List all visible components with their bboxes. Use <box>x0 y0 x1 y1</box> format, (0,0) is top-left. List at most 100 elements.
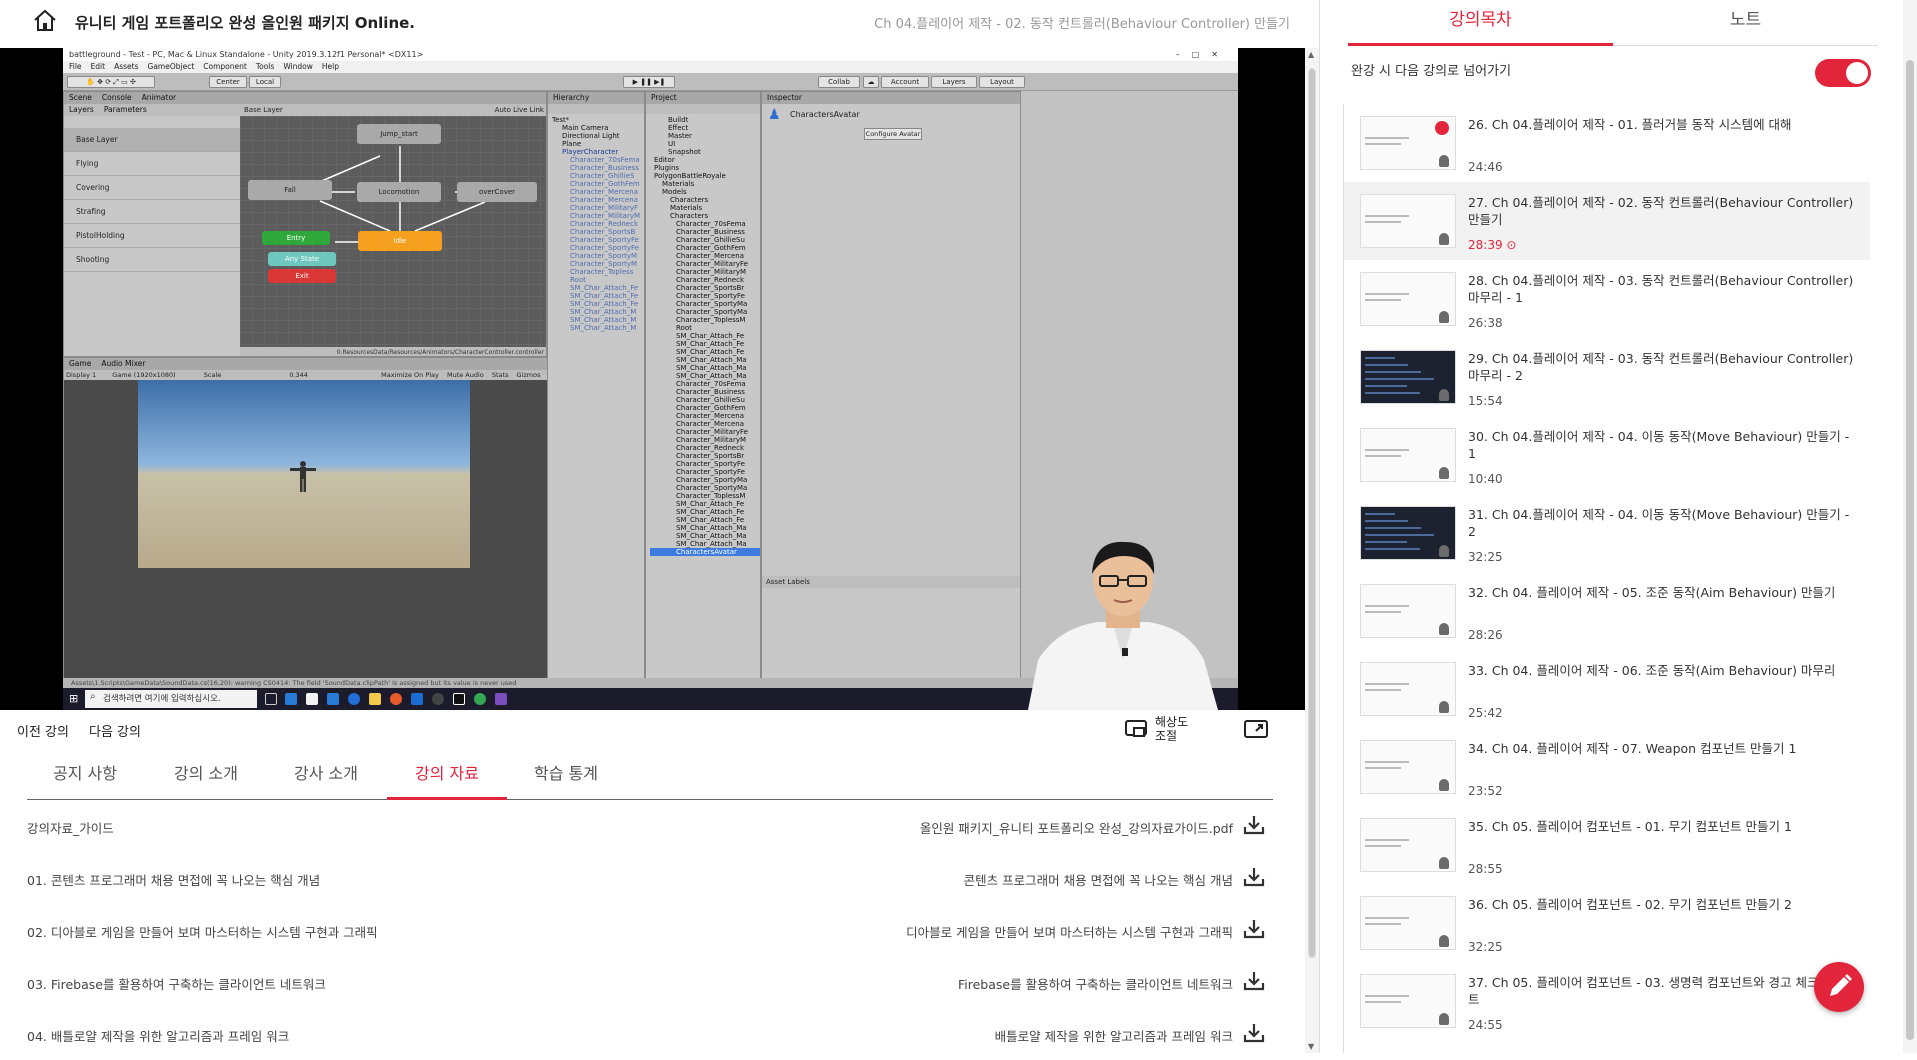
lecture-duration: 32:25 <box>1468 940 1503 954</box>
unity-panel-tab: Animator <box>141 93 177 102</box>
download-icon[interactable] <box>1243 814 1265 836</box>
taskbar-search: 검색하려면 여기에 입력하십시오. <box>85 690 257 708</box>
autoplay-toggle[interactable] <box>1815 59 1871 87</box>
main-scrollbar[interactable]: ▲ ▼ <box>1305 48 1319 1053</box>
any-state-node: Any State <box>268 252 336 266</box>
tab-course-intro[interactable]: 강의 소개 <box>166 752 246 800</box>
lecture-item[interactable]: 32. Ch 04. 플레이어 제작 - 05. 조준 동작(Aim Behav… <box>1344 572 1870 650</box>
download-icon[interactable] <box>1243 866 1265 888</box>
material-row: 강의자료_가이드 올인원 패키지_유니티 포트폴리오 완성_강의자료가이드.pdf <box>27 800 1273 852</box>
project-item: Character_MilitaryM <box>676 436 747 444</box>
unity-panel-tab: Game <box>69 359 92 368</box>
lecture-item[interactable]: 34. Ch 04. 플레이어 제작 - 07. Weapon 컴포넌트 만들기… <box>1344 728 1870 806</box>
current-lecture-title: Ch 04.플레이어 제작 - 02. 동작 컨트롤러(Behaviour Co… <box>874 17 1290 32</box>
download-icon[interactable] <box>1243 918 1265 940</box>
scroll-up-icon[interactable]: ▲ <box>1308 50 1314 59</box>
tab-curriculum[interactable]: 강의목차 <box>1348 0 1613 46</box>
project-item: SM_Char_Attach_Ma <box>676 532 747 540</box>
lecture-item[interactable]: 31. Ch 04.플레이어 제작 - 04. 이동 동작(Move Behav… <box>1344 494 1870 572</box>
display-select: Display 1 <box>66 371 97 379</box>
animator-layer-row: Covering <box>64 176 240 200</box>
material-file-link[interactable]: 디아블로 게임을 만들어 보며 마스터하는 시스템 구현과 그래픽 <box>906 922 1233 941</box>
project-panel: Project Buildt Effect Master UI Snapshot Edit… <box>645 91 761 679</box>
material-file-link[interactable]: 콘텐츠 프로그래머 채용 면접에 꼭 나오는 핵심 개념 <box>964 870 1233 889</box>
lecture-item[interactable]: 26. Ch 04.플레이어 제작 - 01. 플러거블 동작 시스템에 대해 2… <box>1344 104 1870 182</box>
hierarchy-item: Character_Mercena <box>570 196 639 204</box>
project-item: Character_SportyMa <box>676 476 748 484</box>
pivot-local-button: Local <box>249 76 281 88</box>
unity-panel-tab: Parameters <box>103 105 147 114</box>
tab-instructor-intro[interactable]: 강사 소개 <box>286 752 366 800</box>
base-layer-crumb: Base Layer <box>244 106 283 114</box>
maximize-on-play: Maximize On Play <box>381 371 439 379</box>
sidebar-scroll-thumb[interactable] <box>1906 60 1914 1040</box>
unity-toolbar: ✋ ✥ ⟳ ⤢ ▭ ✣ Center Local ▶ ❚❚ ▶❚ Collab … <box>63 73 1238 91</box>
curriculum-sidebar: 강의목차 노트 완강 시 다음 강의로 넘어가기 26. Ch 04.플레이어 … <box>1319 0 1917 1053</box>
instructor-icon <box>1439 233 1449 245</box>
write-note-button[interactable] <box>1814 962 1864 1012</box>
tab-notice[interactable]: 공지 사항 <box>45 752 125 800</box>
download-icon[interactable] <box>1243 1022 1265 1044</box>
video-player[interactable]: battleground - Test - PC, Mac & Linux St… <box>0 48 1305 710</box>
instructor-icon <box>1439 623 1449 635</box>
instructor-icon <box>1439 467 1449 479</box>
hierarchy-item: Character_SportyFe <box>570 244 639 252</box>
project-item: Character_SportyMa <box>676 308 748 316</box>
lecture-duration: 28:39 ⊙ <box>1468 238 1516 252</box>
resolution-button[interactable]: 해상도 조절 <box>1125 712 1197 746</box>
tab-notes[interactable]: 노트 <box>1613 0 1878 46</box>
main-scroll-thumb[interactable] <box>1308 68 1316 958</box>
hierarchy-item: Character_Business <box>570 164 639 172</box>
tab-learning-stats[interactable]: 학습 통계 <box>526 752 606 800</box>
thumb-line <box>1365 385 1407 387</box>
material-file-link[interactable]: 올인원 패키지_유니티 포트폴리오 완성_강의자료가이드.pdf <box>920 818 1233 837</box>
project-item: Character_70sFema <box>676 380 746 388</box>
home-icon[interactable] <box>32 8 58 34</box>
thumb-line <box>1365 917 1409 919</box>
duration-text: 32:25 <box>1468 550 1503 564</box>
lecture-item[interactable]: 37. Ch 05. 플레이어 컴포넌트 - 03. 생명력 컴포넌트와 경고 … <box>1344 962 1870 1040</box>
unity-window-title: battleground - Test - PC, Mac & Linux St… <box>69 50 424 59</box>
sidebar-scrollbar[interactable] <box>1903 0 1917 1053</box>
hierarchy-panel: Hierarchy Test* Main Camera Directional Li… <box>547 91 645 679</box>
scroll-down-icon[interactable]: ▼ <box>1308 1042 1314 1051</box>
project-item: SM_Char_Attach_Fe <box>676 348 745 356</box>
download-icon[interactable] <box>1243 970 1265 992</box>
animator-breadcrumb: Base Layer Auto Live Link <box>240 104 546 116</box>
auto-live-link: Auto Live Link <box>494 106 544 114</box>
cloud-icon: ☁ <box>863 76 879 88</box>
project-item: SM_Char_Attach_Ma <box>676 372 747 380</box>
material-file-link[interactable]: Firebase를 활용하여 구축하는 클라이언트 네트워크 <box>958 974 1233 993</box>
gizmos-toggle: Gizmos <box>516 371 541 379</box>
lecture-item[interactable]: 30. Ch 04.플레이어 제작 - 04. 이동 동작(Move Behav… <box>1344 416 1870 494</box>
lecture-item[interactable]: 36. Ch 05. 플레이어 컴포넌트 - 02. 무기 컴포넌트 만들기 2… <box>1344 884 1870 962</box>
mute-audio: Mute Audio <box>446 371 484 379</box>
tab-lecture-materials[interactable]: 강의 자료 <box>387 752 507 800</box>
hierarchy-item: Character_SportsB <box>570 228 636 236</box>
lecture-item[interactable]: 33. Ch 04. 플레이어 제작 - 06. 조준 동작(Aim Behav… <box>1344 650 1870 728</box>
lecture-thumbnail <box>1360 350 1456 404</box>
hierarchy-item: SM_Char_Attach_M <box>570 324 637 332</box>
collab-button: Collab <box>818 76 860 88</box>
lecture-item[interactable]: 35. Ch 05. 플레이어 컴포넌트 - 01. 무기 컴포넌트 만들기 1… <box>1344 806 1870 884</box>
transform-tools-icon: ✋ ✥ ⟳ ⤢ ▭ ✣ <box>67 76 155 88</box>
playing-icon: ⊙ <box>1502 238 1517 252</box>
fullscreen-icon[interactable] <box>1244 719 1268 739</box>
lecture-item[interactable]: 29. Ch 04.플레이어 제작 - 03. 동작 컨트롤러(Behaviou… <box>1344 338 1870 416</box>
unity-menu-item: Assets <box>114 62 139 71</box>
project-item: Character_GothFem <box>676 404 746 412</box>
material-row: 01. 콘텐츠 프로그래머 채용 면접에 꼭 나오는 핵심 개념 콘텐츠 프로그래… <box>27 852 1273 904</box>
project-item: Plugins <box>654 164 680 172</box>
project-item: Character_ToplessM <box>676 316 746 324</box>
next-lecture-button[interactable]: 다음 강의 <box>89 721 141 740</box>
lecture-thumbnail <box>1360 896 1456 950</box>
lecture-duration: 32:25 <box>1468 550 1503 564</box>
lecture-thumbnail <box>1360 272 1456 326</box>
lecture-item[interactable]: 27. Ch 04.플레이어 제작 - 02. 동작 컨트롤러(Behaviou… <box>1344 182 1870 260</box>
lecture-item[interactable]: 28. Ch 04.플레이어 제작 - 03. 동작 컨트롤러(Behaviou… <box>1344 260 1870 338</box>
lecture-thumbnail <box>1360 818 1456 872</box>
material-file-link[interactable]: 배틀로얄 제작을 위한 알고리즘과 프레임 워크 <box>995 1026 1233 1045</box>
prev-lecture-button[interactable]: 이전 강의 <box>17 721 69 740</box>
duration-text: 10:40 <box>1468 472 1503 486</box>
course-title: 유니티 게임 포트폴리오 완성 올인원 패키지 Online. <box>75 14 415 32</box>
